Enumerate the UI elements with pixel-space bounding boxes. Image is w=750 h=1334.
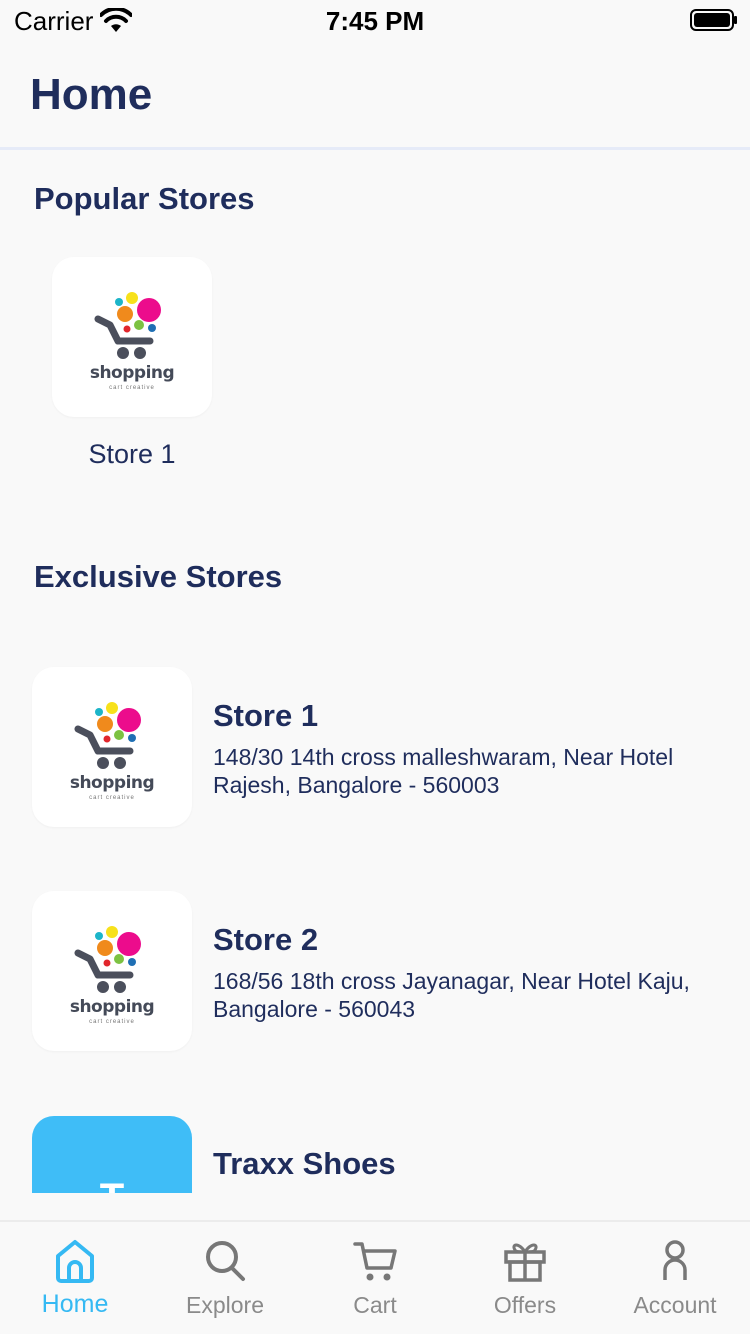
- tab-label: Home: [41, 1290, 109, 1318]
- logo-text: shopping: [89, 363, 175, 383]
- search-icon: [206, 1241, 245, 1281]
- logo-text: shopping: [69, 773, 155, 793]
- logo-subtext: cart creative: [89, 1019, 135, 1025]
- status-bar: Carrier 7:45 PM: [0, 0, 750, 40]
- tab-label: Offers: [493, 1292, 557, 1318]
- tab-explore[interactable]: Explore: [150, 1222, 300, 1334]
- home-content[interactable]: Popular Stores shopping cart creative St…: [0, 153, 750, 1193]
- shopping-cart-logo-icon: [74, 702, 141, 769]
- logo-text: shopping: [69, 997, 155, 1017]
- tab-account[interactable]: Account: [600, 1222, 750, 1334]
- page-title: Home: [30, 70, 153, 119]
- tab-label: Cart: [353, 1292, 397, 1318]
- exclusive-store-logo[interactable]: shopping cart creative: [32, 891, 192, 1051]
- tab-label: Explore: [186, 1292, 264, 1318]
- tab-label: Account: [633, 1292, 717, 1318]
- user-icon: [663, 1240, 687, 1280]
- popular-store-name[interactable]: Store 1: [52, 439, 212, 470]
- exclusive-stores-title: Exclusive Stores: [34, 559, 283, 594]
- clock: 7:45 PM: [325, 6, 425, 36]
- battery-icon: [690, 9, 737, 31]
- gift-icon: [504, 1243, 546, 1282]
- tab-offers[interactable]: Offers: [450, 1222, 600, 1334]
- popular-store-card[interactable]: shopping cart creative: [52, 257, 212, 417]
- exclusive-store-name[interactable]: Store 2: [213, 922, 318, 958]
- logo-subtext: cart creative: [109, 385, 155, 391]
- exclusive-store-name[interactable]: Traxx Shoes: [213, 1146, 396, 1182]
- shopping-cart-logo-icon: [74, 926, 141, 993]
- exclusive-store-logo[interactable]: T: [32, 1116, 192, 1193]
- tab-cart[interactable]: Cart: [300, 1222, 450, 1334]
- popular-stores-title: Popular Stores: [34, 181, 255, 216]
- cart-icon: [353, 1242, 397, 1281]
- logo-subtext: cart creative: [89, 795, 135, 801]
- tab-bar: Home Explore Cart Offers Account: [0, 1220, 750, 1334]
- exclusive-store-address: 168/56 18th cross Jayanagar, Near Hotel …: [213, 968, 690, 1022]
- tab-home[interactable]: Home: [0, 1222, 150, 1334]
- exclusive-store-name[interactable]: Store 1: [213, 698, 318, 734]
- navigation-header: Home: [0, 40, 750, 150]
- exclusive-store-address: 148/30 14th cross malleshwaram, Near Hot…: [213, 744, 674, 798]
- logo-letter: T: [32, 1176, 192, 1193]
- home-icon: [56, 1240, 94, 1283]
- exclusive-store-logo[interactable]: shopping cart creative: [32, 667, 192, 827]
- shopping-cart-logo-icon: [94, 292, 161, 359]
